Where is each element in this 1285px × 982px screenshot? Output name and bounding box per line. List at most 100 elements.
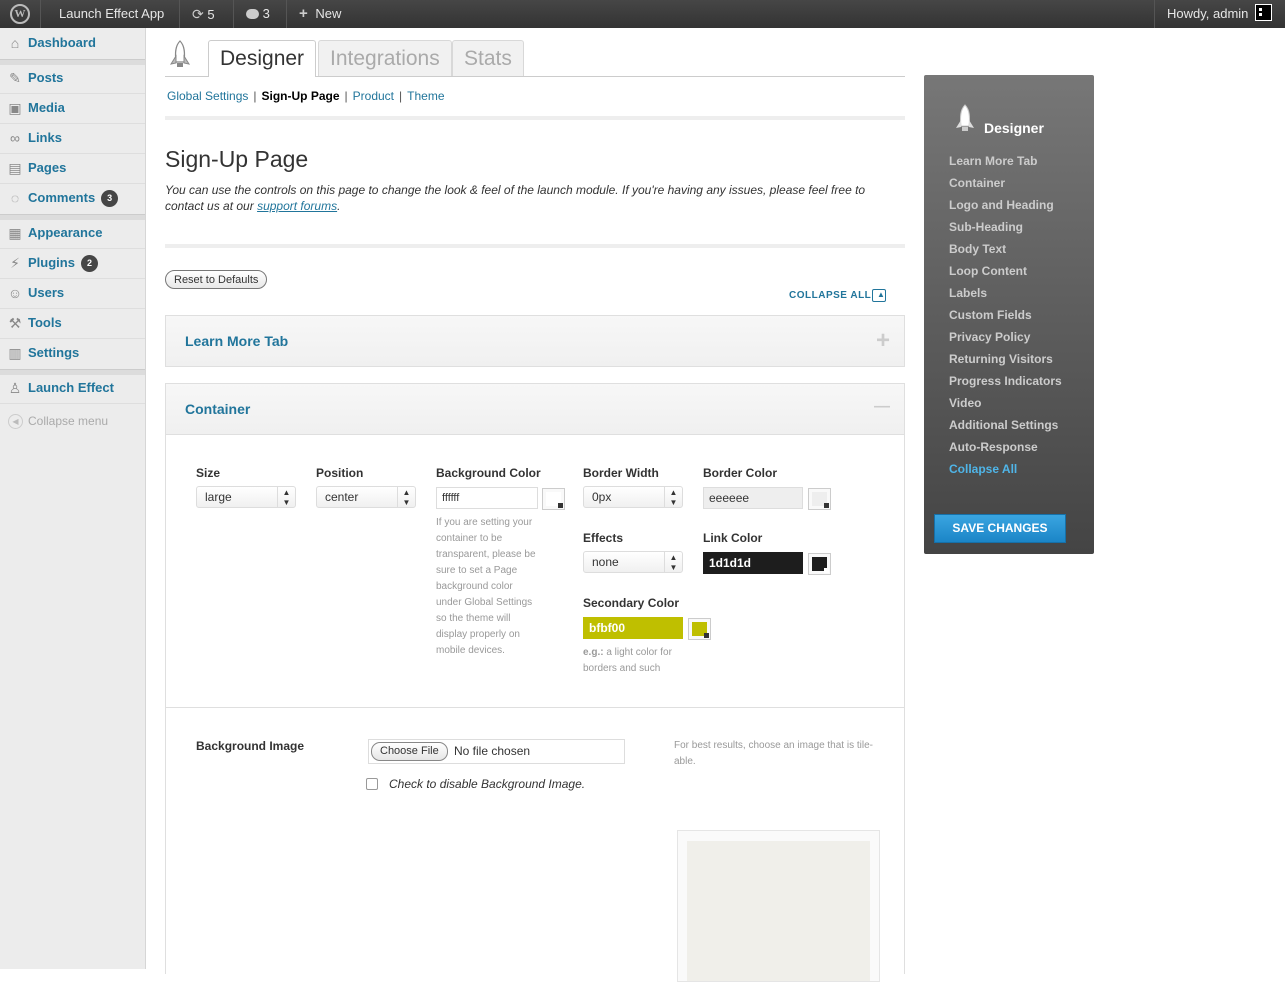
page-icon: ▤ bbox=[8, 160, 22, 176]
subnav-product[interactable]: Product bbox=[353, 89, 394, 103]
choose-file-button[interactable]: Choose File bbox=[371, 742, 448, 761]
plus-icon: + bbox=[299, 5, 308, 22]
sidebar-item-users[interactable]: ☺ Users bbox=[0, 278, 145, 308]
users-icon: ☺ bbox=[7, 285, 23, 301]
background-color-help: If you are setting your container to be … bbox=[436, 517, 536, 656]
sidebar-item-links[interactable]: ∞ Links bbox=[0, 123, 145, 153]
secondary-color-input[interactable]: bfbf00 bbox=[583, 617, 683, 639]
designer-nav-panel: Designer Learn More Tab Container Logo a… bbox=[924, 75, 1094, 554]
effects-label: Effects bbox=[583, 531, 624, 545]
page-intro: You can use the controls on this page to… bbox=[165, 182, 895, 214]
background-color-swatch[interactable] bbox=[542, 488, 565, 510]
sidebar-item-dashboard[interactable]: ⌂ Dashboard bbox=[0, 28, 145, 58]
avatar[interactable] bbox=[1255, 4, 1272, 21]
tab-designer[interactable]: Designer bbox=[208, 40, 317, 77]
support-forums-link[interactable]: support forums bbox=[257, 199, 337, 213]
file-status: No file chosen bbox=[454, 744, 531, 758]
divider bbox=[40, 0, 41, 28]
preview-tile bbox=[687, 841, 870, 981]
site-name-link[interactable]: Launch Effect App bbox=[59, 0, 164, 28]
section-header[interactable]: Learn More Tab + bbox=[166, 316, 904, 366]
panel-link-returning-visitors[interactable]: Returning Visitors bbox=[949, 352, 1053, 366]
border-width-value: 0px bbox=[592, 490, 612, 504]
section-header[interactable]: Container — bbox=[166, 384, 904, 435]
file-input[interactable]: Choose File No file chosen bbox=[368, 739, 625, 764]
collapse-all-icon[interactable]: ▲ bbox=[872, 289, 886, 302]
panel-link-auto-response[interactable]: Auto-Response bbox=[949, 440, 1038, 454]
appearance-icon: ▦ bbox=[8, 225, 22, 241]
new-content-link[interactable]: + New bbox=[299, 0, 341, 28]
position-select[interactable]: center ▲ ▼ bbox=[316, 486, 416, 508]
collapse-all-link[interactable]: COLLAPSE ALL bbox=[789, 290, 871, 301]
sidebar-item-settings[interactable]: ▥ Settings bbox=[0, 338, 145, 368]
divider: | bbox=[344, 89, 348, 103]
panel-link-logo-and-heading[interactable]: Logo and Heading bbox=[949, 198, 1054, 212]
panel-link-container[interactable]: Container bbox=[949, 176, 1005, 190]
collapse-menu-label: Collapse menu bbox=[28, 414, 109, 428]
panel-link-custom-fields[interactable]: Custom Fields bbox=[949, 308, 1032, 322]
panel-link-video[interactable]: Video bbox=[949, 396, 981, 410]
link-icon: ∞ bbox=[10, 130, 20, 146]
pin-icon: ✎ bbox=[9, 70, 21, 86]
sidebar-item-appearance[interactable]: ▦ Appearance bbox=[0, 218, 145, 248]
panel-link-collapse-all[interactable]: Collapse All bbox=[949, 462, 1017, 476]
link-color-swatch[interactable] bbox=[808, 553, 831, 575]
panel-link-sub-heading[interactable]: Sub-Heading bbox=[949, 220, 1023, 234]
subnav-theme[interactable]: Theme bbox=[407, 89, 444, 103]
sidebar-item-plugins[interactable]: ⚡ Plugins 2 bbox=[0, 248, 145, 278]
position-label: Position bbox=[316, 466, 364, 480]
subnav-global-settings[interactable]: Global Settings bbox=[167, 89, 248, 103]
background-color-input[interactable]: ffffff bbox=[436, 487, 538, 509]
panel-link-additional-settings[interactable]: Additional Settings bbox=[949, 418, 1058, 432]
effects-select[interactable]: none ▲ ▼ bbox=[583, 551, 683, 573]
tab-integrations[interactable]: Integrations bbox=[318, 40, 452, 76]
swatch-corner-icon bbox=[824, 503, 829, 508]
save-changes-button[interactable]: SAVE CHANGES bbox=[934, 514, 1066, 543]
sidebar-item-tools[interactable]: ⚒ Tools bbox=[0, 308, 145, 338]
sidebar-item-comments[interactable]: ◌ Comments 3 bbox=[0, 183, 145, 213]
panel-link-body-text[interactable]: Body Text bbox=[949, 242, 1006, 256]
disable-background-checkbox[interactable] bbox=[366, 778, 378, 790]
collapse-minus-icon[interactable]: — bbox=[874, 392, 890, 422]
comments-link[interactable]: 3 bbox=[246, 0, 270, 28]
panel-link-progress-indicators[interactable]: Progress Indicators bbox=[949, 374, 1062, 388]
link-color-input[interactable]: 1d1d1d bbox=[703, 552, 803, 574]
section-title: Container bbox=[185, 401, 251, 417]
secondary-color-label: Secondary Color bbox=[583, 596, 680, 610]
tab-stats[interactable]: Stats bbox=[452, 40, 524, 76]
collapse-menu-button[interactable]: ◀ Collapse menu bbox=[0, 406, 145, 436]
border-color-swatch[interactable] bbox=[808, 488, 831, 510]
sidebar-item-pages[interactable]: ▤ Pages bbox=[0, 153, 145, 183]
expand-plus-icon[interactable]: + bbox=[876, 326, 890, 356]
sidebar-item-label: Posts bbox=[28, 70, 64, 85]
secondary-color-swatch[interactable] bbox=[688, 618, 711, 640]
tools-icon: ⚒ bbox=[8, 315, 22, 331]
size-label: Size bbox=[196, 466, 221, 480]
sidebar-item-label: Launch Effect bbox=[28, 380, 114, 395]
border-color-input[interactable]: eeeeee bbox=[703, 487, 803, 509]
panel-link-privacy-policy[interactable]: Privacy Policy bbox=[949, 330, 1030, 344]
disable-background-label: Check to disable Background Image. bbox=[389, 777, 586, 791]
panel-link-learn-more-tab[interactable]: Learn More Tab bbox=[949, 154, 1037, 168]
rocket-icon: ♙ bbox=[8, 380, 22, 396]
border-width-select[interactable]: 0px ▲ ▼ bbox=[583, 486, 683, 508]
plugin-icon: ⚡ bbox=[10, 255, 20, 271]
sidebar-item-posts[interactable]: ✎ Posts bbox=[0, 63, 145, 93]
plugin-tabs: Designer Integrations Stats bbox=[165, 40, 905, 77]
updates-link[interactable]: ⟳ 5 bbox=[192, 0, 215, 28]
subnav-sign-up-page[interactable]: Sign-Up Page bbox=[262, 89, 340, 103]
settings-icon: ▥ bbox=[8, 345, 22, 361]
size-select[interactable]: large ▲ ▼ bbox=[196, 486, 296, 508]
select-arrows-icon: ▲ ▼ bbox=[664, 487, 682, 507]
panel-link-loop-content[interactable]: Loop Content bbox=[949, 264, 1027, 278]
reset-to-defaults-button[interactable]: Reset to Defaults bbox=[165, 270, 268, 289]
sidebar-item-launch-effect[interactable]: ♙ Launch Effect bbox=[0, 373, 145, 403]
background-color-label: Background Color bbox=[436, 466, 541, 480]
wordpress-logo-icon[interactable]: W bbox=[10, 4, 30, 24]
panel-link-labels[interactable]: Labels bbox=[949, 286, 987, 300]
divider bbox=[166, 707, 904, 708]
howdy-account-link[interactable]: Howdy, admin bbox=[1167, 0, 1248, 28]
sidebar-item-media[interactable]: ▣ Media bbox=[0, 93, 145, 123]
link-color-label: Link Color bbox=[703, 531, 763, 545]
swatch-corner-icon bbox=[824, 568, 829, 573]
